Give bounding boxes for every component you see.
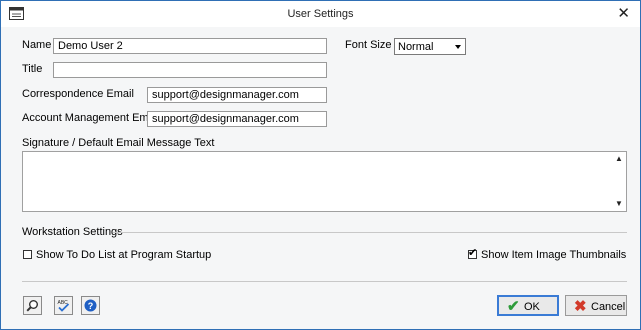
cancel-label: Cancel (591, 301, 626, 313)
footer-divider (22, 281, 627, 282)
name-label: Name (22, 39, 52, 51)
user-settings-dialog: User Settings ✕ Name Font Size Normal Ti… (0, 0, 641, 330)
title-bar: User Settings ✕ (1, 1, 640, 27)
correspondence-email-label: Correspondence Email (22, 88, 134, 100)
ok-label: OK (524, 301, 540, 313)
font-size-label: Font Size (345, 39, 392, 51)
font-size-select[interactable]: Normal (394, 38, 466, 55)
title-field[interactable] (53, 62, 327, 78)
signature-label: Signature / Default Email Message Text (22, 137, 215, 149)
svg-text:?: ? (88, 301, 94, 311)
help-button[interactable]: ? (81, 296, 100, 315)
signature-textarea[interactable]: ▲ ▼ (22, 151, 627, 212)
cancel-button[interactable]: ✖ Cancel (565, 295, 627, 316)
ok-button[interactable]: ✔ OK (497, 295, 559, 316)
check-icon: ✔ (507, 298, 520, 315)
show-todo-label: Show To Do List at Program Startup (36, 249, 212, 261)
chevron-down-icon (455, 45, 461, 49)
show-thumbnails-checkbox[interactable]: ✔ (468, 247, 478, 259)
scroll-up-icon[interactable]: ▲ (615, 155, 623, 163)
search-button[interactable] (23, 296, 42, 315)
signature-scrollbar[interactable]: ▲ ▼ (613, 152, 626, 211)
spellcheck-button[interactable]: ABC (54, 296, 73, 315)
close-icon[interactable]: ✕ (617, 4, 630, 22)
font-size-value: Normal (398, 41, 434, 53)
show-thumbnails-label: Show Item Image Thumbnails (481, 249, 627, 261)
check-icon: ✔ (468, 247, 478, 259)
title-label: Title (22, 63, 43, 75)
correspondence-email-field[interactable] (147, 87, 327, 103)
section-divider (113, 232, 627, 233)
cancel-icon: ✖ (574, 298, 587, 315)
window-title: User Settings (287, 8, 354, 20)
account-management-email-field[interactable] (147, 111, 327, 127)
workstation-settings-heading: Workstation Settings (22, 226, 123, 238)
scroll-down-icon[interactable]: ▼ (615, 200, 623, 208)
account-management-email-label: Account Management Email (22, 112, 160, 124)
name-field[interactable] (53, 38, 327, 54)
show-todo-checkbox[interactable] (23, 250, 32, 259)
